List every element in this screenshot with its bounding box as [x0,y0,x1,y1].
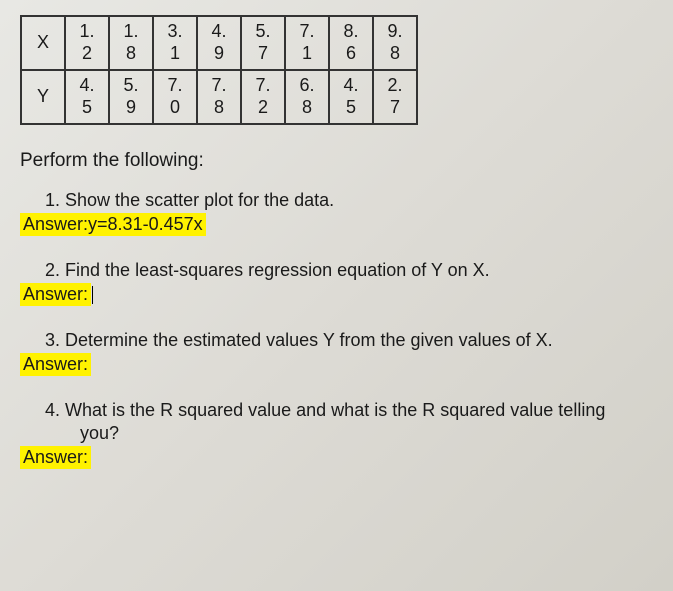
row-label-y: Y [21,70,65,124]
row-label-x: X [21,16,65,70]
cell: 1.2 [65,16,109,70]
instruction-text: Perform the following: [20,150,653,172]
cell: 7.8 [197,70,241,124]
answer-label: Answer: [20,446,91,469]
question-content: What is the R squared value and what is … [65,400,605,420]
cell: 6.8 [285,70,329,124]
answer-label: Answer: [20,353,91,376]
question-content: Determine the estimated values Y from th… [65,330,553,350]
table-row-y: Y 4.5 5.9 7.0 7.8 7.2 6.8 4.5 2.7 [21,70,417,124]
cell: 3.1 [153,16,197,70]
cell: 5.7 [241,16,285,70]
text-cursor [92,286,93,304]
question-content: Find the least-squares regression equati… [65,260,490,280]
cell: 4.5 [65,70,109,124]
question-number: 1. [45,190,60,210]
cell: 7.1 [285,16,329,70]
question-number: 4. [45,400,60,420]
question-content-2: you? [80,423,119,443]
question-1: 1. Show the scatter plot for the data. A… [20,190,653,236]
question-number: 3. [45,330,60,350]
cell: 4.9 [197,16,241,70]
cell: 5.9 [109,70,153,124]
answer-value: y=8.31-0.457x [88,214,203,234]
cell: 2.7 [373,70,417,124]
data-table: X 1.2 1.8 3.1 4.9 5.7 7.1 8.6 9.8 Y 4.5 … [20,15,418,125]
cell: 9.8 [373,16,417,70]
question-content: Show the scatter plot for the data. [65,190,334,210]
answer-label: Answer: [20,283,91,306]
cell: 8.6 [329,16,373,70]
answer-label: Answer:y=8.31-0.457x [20,213,206,236]
question-2: 2. Find the least-squares regression equ… [20,260,653,306]
cell: 7.2 [241,70,285,124]
question-3: 3. Determine the estimated values Y from… [20,330,653,376]
table-row-x: X 1.2 1.8 3.1 4.9 5.7 7.1 8.6 9.8 [21,16,417,70]
question-4: 4. What is the R squared value and what … [20,400,653,469]
cell: 7.0 [153,70,197,124]
cell: 4.5 [329,70,373,124]
cell: 1.8 [109,16,153,70]
question-number: 2. [45,260,60,280]
